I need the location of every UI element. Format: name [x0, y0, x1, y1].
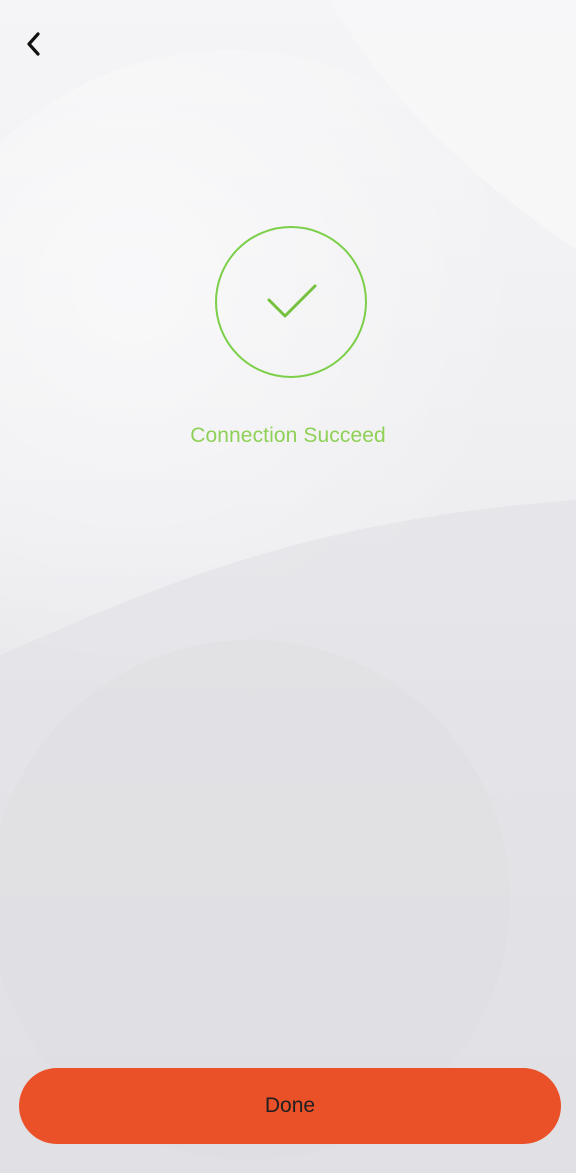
chevron-left-icon — [27, 32, 40, 56]
success-indicator — [215, 226, 367, 378]
connection-status-message: Connection Succeed — [190, 424, 386, 447]
back-button[interactable] — [14, 24, 54, 64]
background-decoration — [0, 0, 576, 1173]
done-button[interactable]: Done — [19, 1068, 561, 1144]
connection-success-screen: Connection Succeed Done — [0, 0, 576, 1173]
checkmark-icon — [267, 284, 317, 318]
